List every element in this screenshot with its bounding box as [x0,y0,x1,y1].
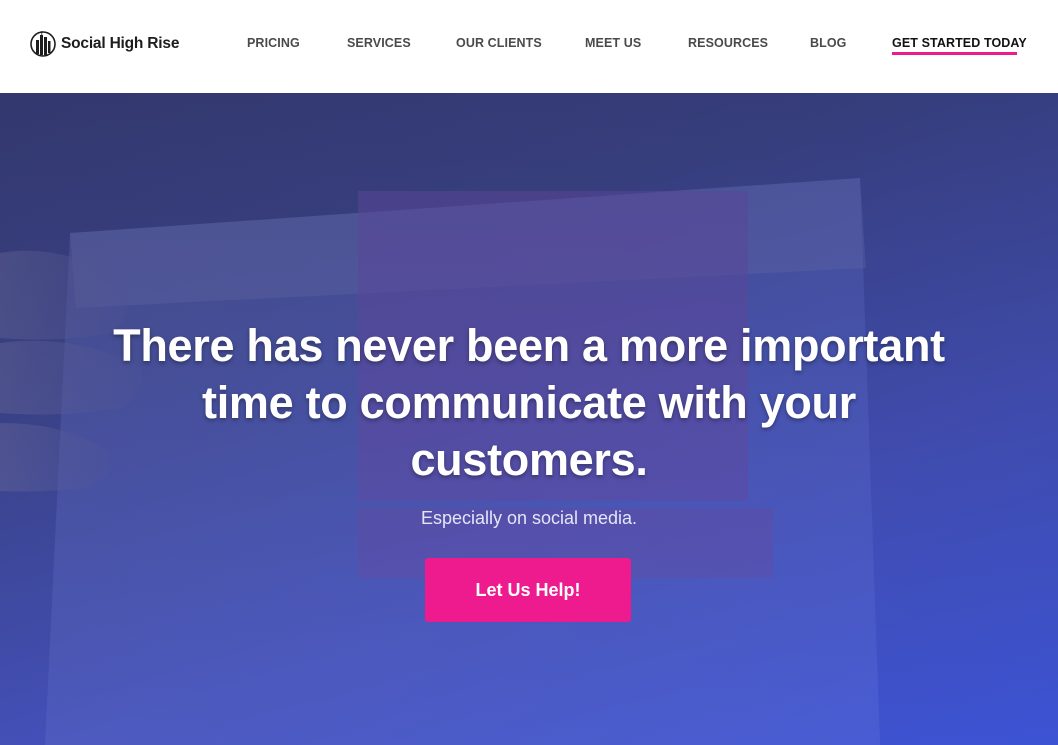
brand-logo[interactable]: Social High Rise [30,28,179,60]
building-skyline-icon [30,31,56,57]
hero-subtitle: Especially on social media. [420,508,638,528]
site-header: Social High Rise PRICING SERVICES OUR CL… [0,0,1058,93]
nav-our-clients[interactable]: OUR CLIENTS [456,36,542,50]
brand-name: Social High Rise [61,35,180,52]
hero-section: There has never been a more important ti… [0,93,1058,745]
nav-pricing[interactable]: PRICING [247,36,300,50]
hero-title: There has never been a more important ti… [113,320,945,485]
cta-underline [892,52,1017,55]
nav-resources[interactable]: RESOURCES [688,36,768,50]
let-us-help-button[interactable]: Let Us Help! [425,558,631,622]
nav-services[interactable]: SERVICES [347,36,411,50]
nav-meet-us[interactable]: MEET US [585,36,641,50]
nav-get-started-today[interactable]: GET STARTED TODAY [892,36,1027,50]
nav-blog[interactable]: BLOG [810,36,847,50]
